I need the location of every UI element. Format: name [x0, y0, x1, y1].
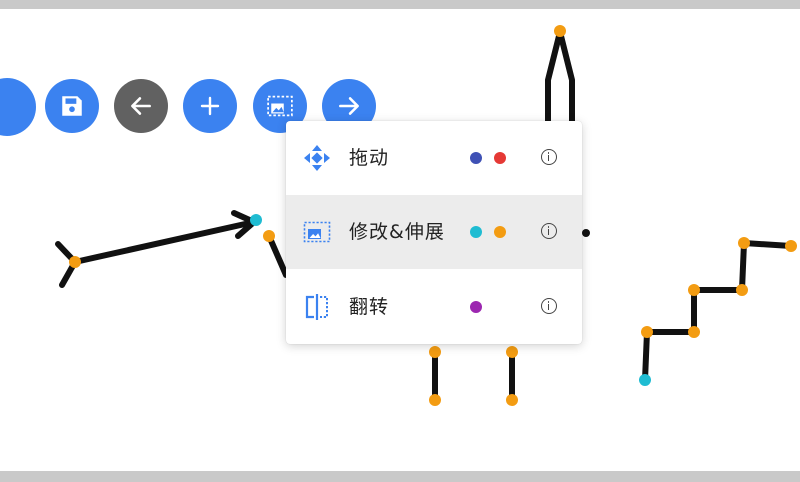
joint-point[interactable]: [263, 230, 275, 242]
joint-point[interactable]: [639, 374, 651, 386]
joint-point[interactable]: [641, 326, 653, 338]
joint-point[interactable]: [688, 326, 700, 338]
joint-point[interactable]: [250, 214, 262, 226]
joint-point[interactable]: [506, 394, 518, 406]
save-button[interactable]: [45, 79, 99, 133]
info-icon[interactable]: [541, 149, 557, 165]
arrow-left-icon: [131, 97, 151, 115]
joint-point[interactable]: [429, 346, 441, 358]
move-icon: [304, 145, 330, 171]
save-icon: [62, 96, 82, 116]
antenna-stroke: [545, 29, 575, 125]
menu-item-modify-stretch[interactable]: 修改&伸展: [286, 195, 582, 269]
joint-point[interactable]: [688, 284, 700, 296]
arrow-right-icon: [339, 97, 359, 115]
menu-item-label: 拖动: [349, 147, 390, 169]
add-button[interactable]: [183, 79, 237, 133]
body-stroke: [266, 233, 289, 278]
color-dot-cyan: [470, 226, 482, 238]
joint-point[interactable]: [69, 256, 81, 268]
menu-item-flip[interactable]: 翻转: [286, 270, 582, 344]
image-select-icon: [267, 95, 293, 117]
joint-point[interactable]: [506, 346, 518, 358]
joint-point[interactable]: [554, 25, 566, 37]
bottom-border: [0, 471, 800, 482]
joint-point[interactable]: [785, 240, 797, 252]
info-icon[interactable]: [541, 298, 557, 314]
color-dot-orange: [494, 226, 506, 238]
menu-item-drag[interactable]: 拖动: [286, 121, 582, 195]
joint-point[interactable]: [429, 394, 441, 406]
menu-item-label: 翻转: [349, 296, 390, 318]
flip-icon: [305, 294, 328, 320]
menu-item-label: 修改&伸展: [349, 221, 445, 243]
color-dot-purple: [470, 301, 482, 313]
back-button[interactable]: [114, 79, 168, 133]
joint-point[interactable]: [582, 229, 590, 237]
staircase-stroke: [642, 240, 794, 383]
mode-menu: 拖动 修改&伸展 翻转: [286, 121, 582, 344]
info-icon[interactable]: [541, 223, 557, 239]
color-dot-blue: [470, 152, 482, 164]
left-shaft-stroke: [72, 219, 257, 265]
image-select-icon: [303, 221, 331, 243]
joint-point[interactable]: [736, 284, 748, 296]
joint-point[interactable]: [738, 237, 750, 249]
color-dot-red: [494, 152, 506, 164]
plus-icon: [200, 96, 220, 116]
